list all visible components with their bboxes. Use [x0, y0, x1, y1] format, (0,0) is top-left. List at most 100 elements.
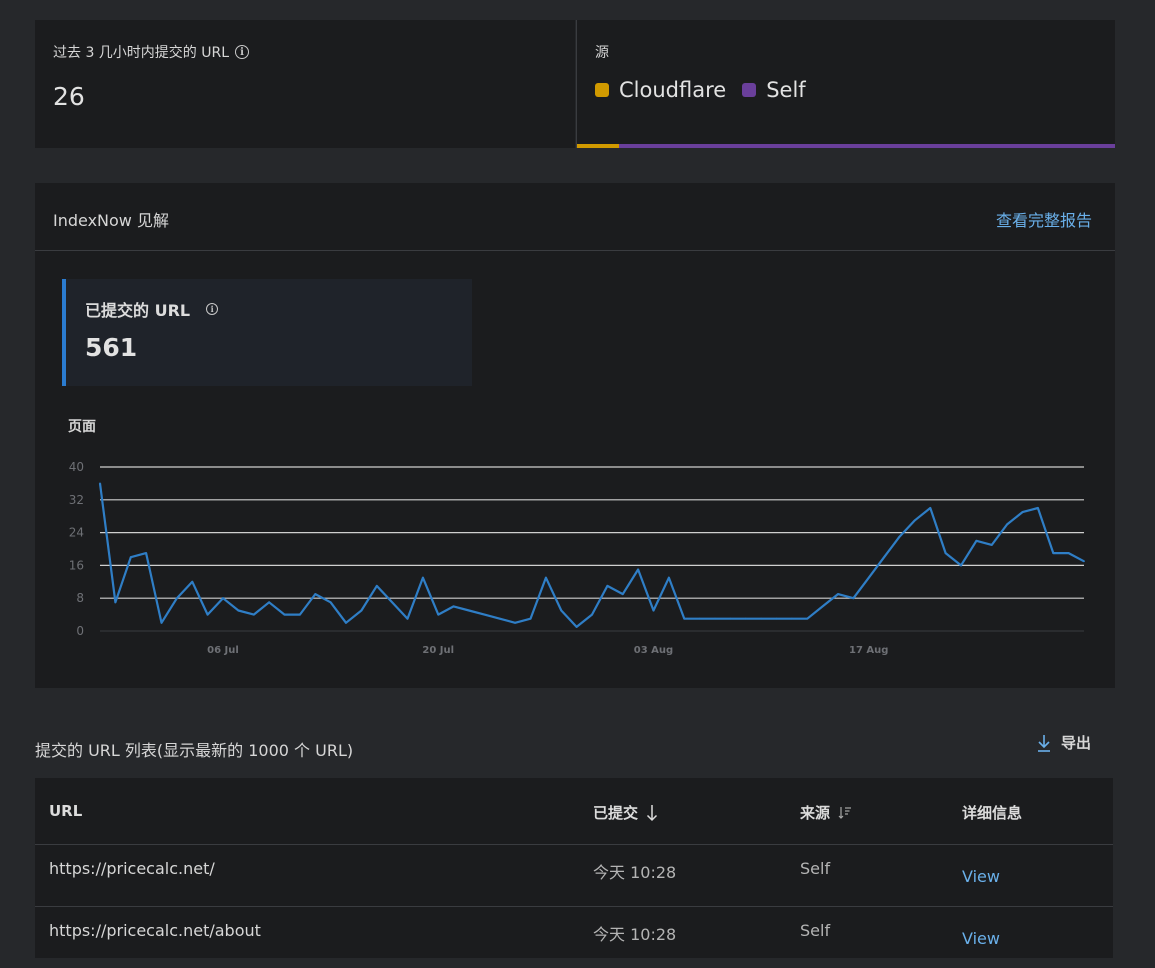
column-header-details-label: 详细信息 [962, 804, 1023, 822]
data-point [514, 621, 517, 624]
column-header-url[interactable]: URL [49, 802, 82, 820]
legend-item-self: Self [742, 78, 806, 102]
recent-urls-card: 过去 3 几小时内提交的 URL i 26 [35, 20, 575, 148]
table-row: https://pricecalc.net/about 今天 10:28 Sel… [35, 906, 1113, 968]
legend-item-cloudflare: Cloudflare [595, 78, 726, 102]
column-header-source[interactable]: 来源 [800, 802, 852, 823]
data-point [883, 556, 886, 559]
data-point [498, 617, 501, 620]
y-tick-label: 24 [69, 526, 84, 540]
sort-icon [838, 806, 852, 819]
pages-series-line [98, 483, 1085, 628]
data-point [898, 535, 901, 538]
recent-urls-value: 26 [53, 82, 85, 111]
data-point [99, 482, 101, 485]
data-point [252, 613, 255, 616]
data-point [375, 585, 378, 587]
self-swatch [742, 83, 757, 97]
view-details-link[interactable]: View [962, 929, 1000, 948]
data-point [575, 626, 578, 628]
data-point [544, 576, 547, 579]
source-share-bar [577, 144, 1115, 148]
data-point [990, 544, 993, 546]
data-point [698, 617, 701, 620]
source-legend: Cloudflare Self [595, 78, 806, 102]
data-point [806, 617, 809, 620]
url-list-title: 提交的 URL 列表(显示最新的 1000 个 URL) [35, 741, 354, 760]
data-point [206, 613, 209, 616]
column-header-details: 详细信息 [962, 802, 1022, 823]
source-share-self [618, 144, 1115, 148]
sort-descending-icon [646, 804, 658, 821]
data-point [867, 576, 870, 579]
data-point [483, 613, 486, 616]
data-point [637, 568, 640, 571]
url-table: URL 已提交 来源 详细信息 https://pricecalc.net/ 今… [35, 778, 1113, 958]
data-point [913, 519, 916, 522]
data-point [652, 609, 655, 612]
data-point [1067, 552, 1070, 554]
x-tick-label: 06 Jul [207, 645, 239, 656]
data-point [421, 576, 424, 579]
data-point [437, 613, 440, 616]
data-point [944, 552, 947, 554]
column-header-submitted[interactable]: 已提交 [593, 802, 658, 823]
info-icon[interactable]: i [235, 45, 250, 59]
data-point [729, 617, 732, 620]
data-point [114, 601, 117, 604]
row-url: https://pricecalc.net/about [49, 921, 261, 940]
source-share-cloudflare [577, 144, 619, 148]
recent-urls-label: 过去 3 几小时内提交的 URL [53, 45, 230, 61]
data-point [975, 539, 978, 542]
data-point [683, 617, 686, 620]
column-header-url-label: URL [49, 802, 83, 820]
data-point [283, 613, 286, 616]
data-point [760, 617, 763, 620]
y-tick-label: 32 [69, 493, 84, 507]
data-point [406, 617, 409, 620]
x-tick-label: 17 Aug [849, 645, 888, 656]
source-label: 源 [595, 45, 609, 61]
data-point [468, 609, 470, 612]
x-tick-label: 03 Aug [634, 645, 673, 656]
data-point [1006, 523, 1009, 526]
export-label: 导出 [1061, 734, 1092, 752]
y-tick-label: 8 [76, 591, 84, 605]
data-point [329, 601, 332, 604]
data-point [667, 576, 670, 579]
data-point [775, 617, 778, 620]
data-point [1083, 560, 1085, 563]
column-header-submitted-label: 已提交 [593, 804, 639, 822]
row-source: Self [800, 859, 831, 878]
view-details-link[interactable]: View [962, 867, 1000, 886]
row-submitted: 今天 10:28 [593, 863, 677, 882]
data-point [1052, 552, 1055, 554]
data-point [1036, 507, 1039, 509]
data-point [160, 621, 163, 624]
data-point [298, 613, 301, 616]
data-point [790, 617, 793, 620]
data-point [222, 597, 224, 600]
row-source: Self [800, 921, 831, 940]
recent-urls-label-wrap: 过去 3 几小时内提交的 URL i [53, 42, 250, 62]
data-point [606, 585, 609, 587]
data-point [714, 617, 716, 620]
cloudflare-swatch [595, 83, 609, 97]
source-card: 源 Cloudflare Self [576, 20, 1115, 148]
data-point [744, 617, 747, 620]
data-point [929, 507, 932, 509]
data-point [175, 597, 178, 600]
legend-label-self: Self [766, 78, 806, 102]
data-point [129, 556, 132, 559]
export-button[interactable]: 导出 [1037, 732, 1091, 753]
data-point [237, 609, 240, 612]
data-point [621, 593, 624, 595]
legend-label-cloudflare: Cloudflare [619, 78, 727, 102]
row-url: https://pricecalc.net/ [49, 859, 215, 878]
data-point [960, 564, 962, 567]
data-point [452, 605, 455, 608]
data-point [268, 601, 271, 604]
pages-line-chart: 0 8 16 24 32 40 06 Jul 20 Jul 03 Aug 17 Aug [69, 460, 1085, 656]
indexnow-insights-panel: IndexNow 见解 查看完整报告 已提交的 URL i 561 页面 081… [35, 183, 1115, 688]
table-row: https://pricecalc.net/ 今天 10:28 Self Vie… [35, 844, 1113, 906]
